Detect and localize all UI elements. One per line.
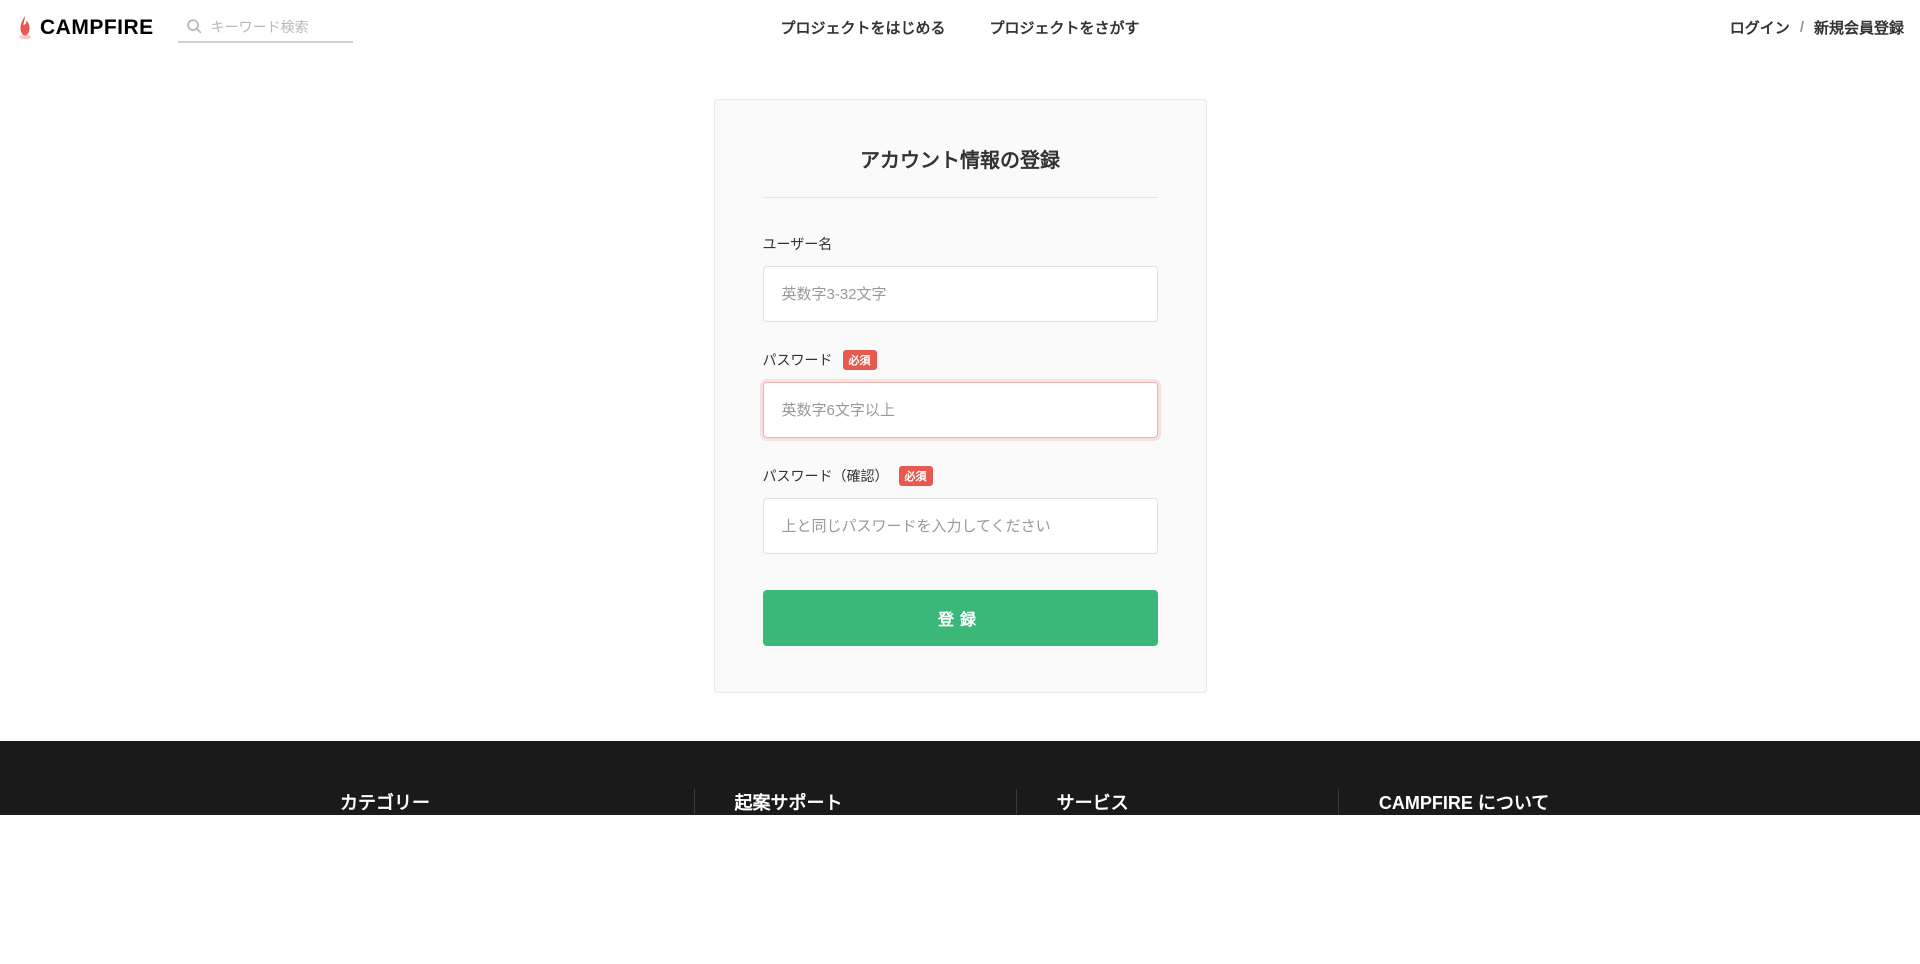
username-label-text: ユーザー名 xyxy=(763,234,833,254)
signup-link[interactable]: 新規会員登録 xyxy=(1814,17,1904,38)
logo-text: CAMPFIRE xyxy=(40,16,154,40)
footer-title-category: カテゴリー xyxy=(340,789,654,815)
footer-col-category: カテゴリー xyxy=(260,789,695,815)
password-confirm-input[interactable] xyxy=(763,498,1158,554)
password-input[interactable] xyxy=(763,382,1158,438)
footer-title-service: サービス xyxy=(1057,789,1298,815)
password-confirm-group: パスワード（確認） 必須 xyxy=(763,466,1158,554)
required-badge: 必須 xyxy=(899,466,933,486)
password-confirm-label-text: パスワード（確認） xyxy=(763,466,889,486)
flame-icon xyxy=(16,16,34,40)
search-input[interactable] xyxy=(211,19,345,35)
password-group: パスワード 必須 xyxy=(763,350,1158,438)
username-label: ユーザー名 xyxy=(763,234,1158,254)
header: CAMPFIRE プロジェクトをはじめる プロジェクトをさがす ログイン / 新… xyxy=(0,0,1920,55)
username-group: ユーザー名 xyxy=(763,234,1158,322)
password-confirm-label: パスワード（確認） 必須 xyxy=(763,466,1158,486)
nav-right: ログイン / 新規会員登録 xyxy=(1730,17,1904,38)
nav-find-project[interactable]: プロジェクトをさがす xyxy=(990,17,1140,38)
footer: カテゴリー 起案サポート サービス CAMPFIRE について xyxy=(0,741,1920,815)
nav-center: プロジェクトをはじめる プロジェクトをさがす xyxy=(780,17,1139,38)
footer-title-support: 起案サポート xyxy=(735,789,976,815)
required-badge: 必須 xyxy=(843,350,877,370)
registration-card: アカウント情報の登録 ユーザー名 パスワード 必須 パスワード（確認） 必須 登… xyxy=(714,99,1207,693)
login-link[interactable]: ログイン xyxy=(1730,17,1790,38)
password-label-text: パスワード xyxy=(763,350,833,370)
username-input[interactable] xyxy=(763,266,1158,322)
footer-col-about: CAMPFIRE について xyxy=(1339,789,1660,815)
footer-col-support: 起案サポート xyxy=(695,789,1017,815)
password-label: パスワード 必須 xyxy=(763,350,1158,370)
main: アカウント情報の登録 ユーザー名 パスワード 必須 パスワード（確認） 必須 登… xyxy=(0,55,1920,741)
logo[interactable]: CAMPFIRE xyxy=(16,16,154,40)
footer-title-about: CAMPFIRE について xyxy=(1379,789,1620,815)
footer-columns: カテゴリー 起案サポート サービス CAMPFIRE について xyxy=(220,789,1700,815)
nav-divider: / xyxy=(1800,19,1804,36)
nav-start-project[interactable]: プロジェクトをはじめる xyxy=(780,17,945,38)
submit-button[interactable]: 登録 xyxy=(763,590,1158,646)
footer-col-service: サービス xyxy=(1017,789,1339,815)
search-wrapper[interactable] xyxy=(178,12,353,43)
card-title: アカウント情報の登録 xyxy=(763,144,1158,198)
search-icon xyxy=(186,18,203,35)
